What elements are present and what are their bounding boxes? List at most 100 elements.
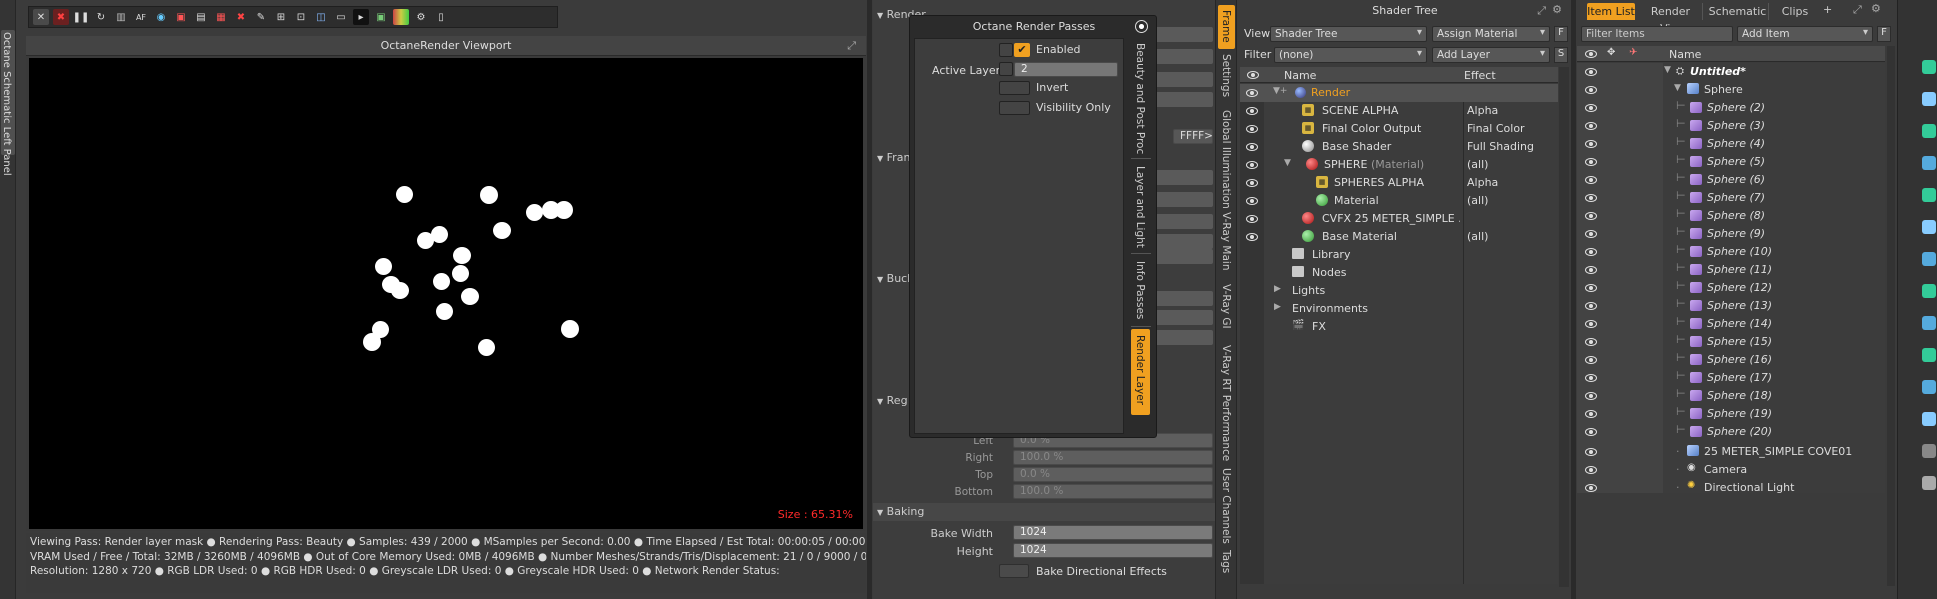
tab-clips[interactable]: Clips [1773, 3, 1817, 20]
section-frame[interactable]: ▼ Fran [877, 151, 910, 164]
visibility-eye-icon[interactable] [1585, 122, 1597, 130]
tool-icon[interactable] [1922, 476, 1936, 490]
settings-icon[interactable]: ⚙ [413, 9, 429, 25]
vtab-vray-main[interactable]: V-Ray Main [1218, 210, 1235, 270]
visibility-eye-icon[interactable] [1585, 86, 1597, 94]
expand-arrow-icon[interactable]: ▶ [1274, 302, 1281, 312]
shader-row-environments[interactable]: ▶ Environments [1240, 300, 1558, 318]
stop-icon[interactable]: ✖ [53, 9, 69, 25]
shader-row-render[interactable]: ▼+ Render [1240, 84, 1558, 102]
lock-icon[interactable]: ▦ [213, 9, 229, 25]
shader-row-library[interactable]: Library [1240, 246, 1558, 264]
item-row-sphere[interactable]: ⊢ Sphere (18) [1577, 387, 1885, 405]
bake-width-field[interactable]: 1024 [1013, 525, 1213, 540]
expand-arrow-icon[interactable]: ▶ [1274, 284, 1281, 294]
active-layer-radio-icon[interactable] [999, 62, 1013, 76]
shader-row[interactable]: ▼ SPHERE (Material) (all) [1240, 156, 1558, 174]
bake-directional-checkbox[interactable] [999, 564, 1029, 578]
item-row-sphere[interactable]: ⊢ Sphere (11) [1577, 261, 1885, 279]
item-row-sphere[interactable]: ⊢ Sphere (8) [1577, 207, 1885, 225]
film-icon[interactable]: ⊡ [293, 9, 309, 25]
add-layer-dropdown[interactable]: Add Layer [1432, 47, 1550, 63]
item-row-sphere[interactable]: ⊢ Sphere (9) [1577, 225, 1885, 243]
item-row-camera[interactable]: · ◉ Camera [1577, 461, 1885, 479]
popup-tab-info-passes[interactable]: Info Passes [1131, 257, 1151, 327]
f-button[interactable]: F [1554, 26, 1568, 42]
visibility-eye-icon[interactable] [1585, 302, 1597, 310]
visibility-eye-icon[interactable] [1585, 392, 1597, 400]
vtab-user-channels[interactable]: User Channels [1218, 466, 1235, 544]
visibility-eye-icon[interactable] [1585, 484, 1597, 492]
item-list-scrollbar[interactable] [1887, 46, 1895, 586]
tab-item-list[interactable]: Item List [1587, 3, 1635, 20]
shader-row[interactable]: CVFX 25 METER_SIMPLE ... [1240, 210, 1558, 228]
palette-icon[interactable] [393, 9, 409, 25]
item-row-sphere[interactable]: ⊢ Sphere (20) [1577, 423, 1885, 441]
objects-icon[interactable]: ▭ [333, 9, 349, 25]
vtab-global-illumination[interactable]: Global Illumination [1218, 108, 1235, 209]
item-row-sphere-group[interactable]: ▼ Sphere [1577, 81, 1885, 99]
maximize-icon[interactable]: ⤢ [847, 36, 856, 56]
enabled-radio-icon[interactable] [999, 43, 1013, 57]
color-icon[interactable]: ◉ [153, 9, 169, 25]
f-button[interactable]: F [1877, 26, 1891, 42]
visibility-eye-icon[interactable] [1585, 176, 1597, 184]
add-item-dropdown[interactable]: Add Item [1737, 26, 1873, 42]
visibility-eye-icon[interactable] [1585, 338, 1597, 346]
gear-icon[interactable]: ⚙ [1871, 2, 1881, 15]
visibility-eye-icon[interactable] [1246, 125, 1258, 133]
item-row-sphere[interactable]: ⊢ Sphere (19) [1577, 405, 1885, 423]
visibility-eye-icon[interactable] [1585, 230, 1597, 238]
cube-icon[interactable]: ✎ [253, 9, 269, 25]
visibility-eye-icon[interactable] [1585, 68, 1597, 76]
vtab-tags[interactable]: Tags [1218, 548, 1235, 583]
item-row-light[interactable]: · ✺ Directional Light [1577, 479, 1885, 497]
vtab-settings[interactable]: Settings [1218, 52, 1235, 102]
vtab-frame[interactable]: Frame [1218, 5, 1235, 49]
add-tab-button[interactable]: + [1823, 3, 1832, 16]
visibility-eye-icon[interactable] [1246, 197, 1258, 205]
visibility-eye-icon[interactable] [1585, 140, 1597, 148]
item-row-sphere[interactable]: ⊢ Sphere (12) [1577, 279, 1885, 297]
shader-row[interactable]: Base Material (all) [1240, 228, 1558, 246]
visibility-eye-icon[interactable] [1585, 356, 1597, 364]
visibility-eye-icon[interactable] [1246, 107, 1258, 115]
s-button[interactable]: S [1554, 47, 1568, 63]
tool-icon[interactable] [1922, 60, 1936, 74]
picker-icon[interactable]: ✖ [233, 9, 249, 25]
visibility-eye-icon[interactable] [1585, 428, 1597, 436]
expand-icon[interactable]: ✕ [33, 9, 49, 25]
item-row-sphere[interactable]: ⊢ Sphere (3) [1577, 117, 1885, 135]
visibility-eye-icon[interactable] [1585, 284, 1597, 292]
visibility-only-checkbox[interactable] [999, 101, 1030, 115]
shader-row[interactable]: ▦ SPHERES ALPHA Alpha [1240, 174, 1558, 192]
panel-splitter[interactable] [867, 0, 872, 599]
filter-dropdown[interactable]: (none) [1274, 47, 1427, 63]
collapse-icon[interactable]: ▼+ [1273, 86, 1287, 96]
tool-icon[interactable] [1922, 188, 1936, 202]
shader-row[interactable]: Material (all) [1240, 192, 1558, 210]
visibility-eye-icon[interactable] [1246, 233, 1258, 241]
panel-splitter[interactable] [1571, 0, 1576, 599]
tool-icon[interactable] [1922, 348, 1936, 362]
item-row-sphere[interactable]: ⊢ Sphere (16) [1577, 351, 1885, 369]
bake-height-field[interactable]: 1024 [1013, 543, 1213, 558]
visibility-eye-icon[interactable] [1585, 266, 1597, 274]
visibility-eye-icon[interactable] [1585, 466, 1597, 474]
item-row-sphere[interactable]: ⊢ Sphere (5) [1577, 153, 1885, 171]
tool-icon[interactable] [1922, 380, 1936, 394]
tool-icon[interactable] [1922, 316, 1936, 330]
item-row-sphere[interactable]: ⊢ Sphere (7) [1577, 189, 1885, 207]
clay-icon[interactable]: ▥ [113, 9, 129, 25]
visibility-eye-icon[interactable] [1246, 179, 1258, 187]
object-icon[interactable]: ⊞ [273, 9, 289, 25]
vtab-vray-gi[interactable]: V-Ray GI [1218, 282, 1235, 329]
section-baking[interactable]: ▼ Baking [873, 503, 1215, 521]
item-row-root[interactable]: ▼ ⛭ Untitled* [1577, 63, 1885, 81]
popup-tab-render-layer[interactable]: Render Layer [1131, 329, 1150, 415]
vtab-vray-rt-performance[interactable]: V-Ray RT Performance [1218, 343, 1235, 461]
tool-icon[interactable] [1922, 124, 1936, 138]
visibility-eye-icon[interactable] [1585, 248, 1597, 256]
tool-icon[interactable] [1922, 444, 1936, 458]
visibility-eye-icon[interactable] [1246, 89, 1258, 97]
